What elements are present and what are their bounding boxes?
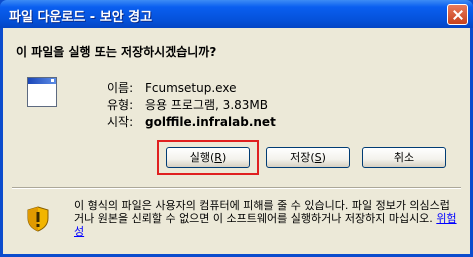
dialog-body: 이 파일을 실행 또는 저장하시겠습니까? 이름: Fcumsetup.exe 유… — [3, 28, 470, 254]
application-window-icon — [27, 77, 57, 107]
title-bar[interactable]: 파일 다운로드 - 보안 경고 — [0, 0, 473, 28]
separator — [12, 187, 461, 189]
cancel-button[interactable]: 취소 — [362, 147, 446, 168]
file-type-label: 유형: — [107, 98, 134, 112]
run-accelerator: R — [214, 151, 222, 164]
file-name-row: 이름: Fcumsetup.exe — [107, 79, 236, 96]
security-shield-icon — [27, 206, 49, 232]
save-label-end: ) — [321, 151, 326, 164]
save-label: 저장( — [290, 151, 315, 164]
window-title: 파일 다운로드 - 보안 경고 — [9, 10, 153, 25]
file-name-value: Fcumsetup.exe — [145, 81, 237, 95]
file-source-value: golffile.infralab.net — [145, 115, 276, 129]
question-text: 이 파일을 실행 또는 저장하시겠습니까? — [16, 45, 217, 59]
save-button[interactable]: 저장(S) — [266, 147, 350, 168]
save-accelerator: S — [314, 151, 322, 164]
run-button[interactable]: 실행(R) — [166, 147, 250, 168]
file-type-value: 응용 프로그램, 3.83MB — [145, 98, 268, 112]
file-source-row: 시작: golffile.infralab.net — [107, 113, 276, 130]
file-type-row: 유형: 응용 프로그램, 3.83MB — [107, 96, 268, 113]
warning-message: 이 형식의 파일은 사용자의 컴퓨터에 피해를 줄 수 있습니다. 파일 정보가… — [74, 199, 458, 238]
warning-text: 이 형식의 파일은 사용자의 컴퓨터에 피해를 줄 수 있습니다. 파일 정보가… — [74, 199, 450, 225]
run-label-end: ) — [221, 151, 227, 164]
close-button[interactable] — [447, 4, 468, 25]
file-name-label: 이름: — [107, 81, 134, 95]
file-source-label: 시작: — [107, 115, 134, 129]
download-dialog: 파일 다운로드 - 보안 경고 이 파일을 실행 또는 저장하시겠습니까? 이름… — [0, 0, 473, 257]
run-label: 실행( — [189, 151, 215, 164]
